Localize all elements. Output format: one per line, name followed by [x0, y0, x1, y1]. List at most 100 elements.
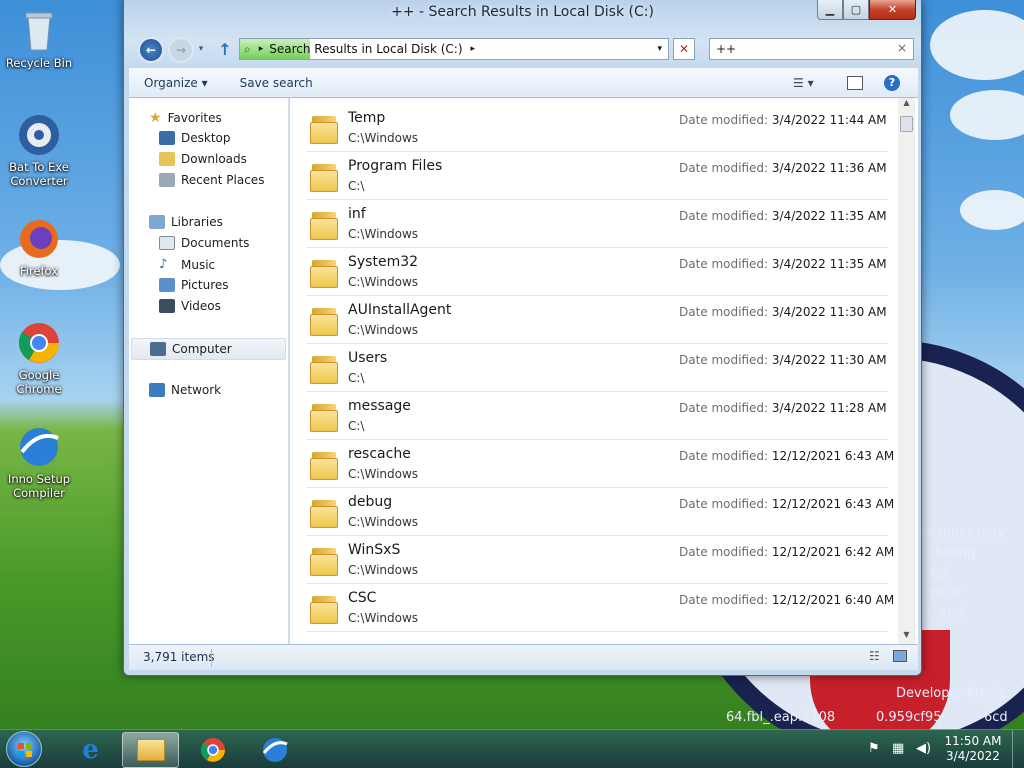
list-item[interactable]: CSC C:\Windows Date modified: 12/12/2021 6…	[306, 584, 894, 632]
gear-icon	[16, 112, 62, 158]
date-label: Date modified:	[679, 545, 769, 559]
item-date: Date modified: 3/4/2022 11:30 AM	[679, 353, 887, 367]
start-button[interactable]	[6, 731, 42, 767]
nav-desktop[interactable]: Desktop	[159, 131, 231, 145]
firefox-shortcut[interactable]: Firefox	[3, 216, 75, 278]
nav-computer[interactable]: Computer	[131, 338, 286, 360]
inno-setup-icon	[16, 424, 62, 470]
wallpaper-text: ept	[930, 566, 952, 581]
folder-icon	[310, 258, 338, 288]
address-bar[interactable]: ⌕ ▸ Search Results in Local Disk (C:) ▸ …	[239, 38, 669, 60]
nav-pictures[interactable]: Pictures	[159, 278, 229, 292]
back-button[interactable]: ←	[138, 37, 164, 63]
recycle-bin-label: Recycle Bin	[5, 56, 73, 70]
show-desktop-button[interactable]	[1012, 730, 1024, 768]
item-date: Date modified: 3/4/2022 11:30 AM	[679, 305, 887, 319]
close-button[interactable]: ✕	[869, 0, 916, 20]
nav-label: Computer	[172, 342, 232, 356]
nav-music[interactable]: ♪ Music	[159, 257, 215, 272]
nav-favorites[interactable]: ★ Favorites	[149, 110, 222, 126]
scroll-thumb[interactable]	[900, 116, 913, 132]
list-item[interactable]: debug C:\Windows Date modified: 12/12/2021…	[306, 488, 894, 536]
forward-button[interactable]: →	[168, 37, 194, 63]
date-value: 3/4/2022 11:28 AM	[771, 401, 887, 415]
up-button[interactable]: ↑	[216, 40, 234, 59]
inno-setup-label: Inno Setup Compiler	[7, 472, 71, 500]
item-name: message	[348, 398, 411, 414]
list-item[interactable]: message C:\ Date modified: 3/4/2022 11:28 …	[306, 392, 888, 440]
item-path: C:\Windows	[348, 611, 419, 625]
taskbar-inno-setup[interactable]	[246, 732, 303, 768]
explorer-window[interactable]: ++ - Search Results in Local Disk (C:) ▁…	[123, 0, 922, 676]
nav-libraries[interactable]: Libraries	[149, 215, 223, 229]
list-item[interactable]: inf C:\Windows Date modified: 3/4/2022 11:…	[306, 200, 888, 248]
item-path: C:\	[348, 179, 365, 193]
item-date: Date modified: 3/4/2022 11:28 AM	[679, 401, 887, 415]
search-input[interactable]: ++ ×	[709, 38, 914, 60]
computer-icon	[150, 342, 166, 356]
preview-pane-icon[interactable]	[847, 75, 863, 90]
list-item[interactable]: AUInstallAgent C:\Windows Date modified: 3…	[306, 296, 888, 344]
item-path: C:\Windows	[348, 131, 419, 145]
clear-search-button[interactable]: ×	[897, 41, 907, 55]
list-item[interactable]: rescache C:\Windows Date modified: 12/12/2…	[306, 440, 894, 488]
list-item[interactable]: Program Files C:\ Date modified: 3/4/2022 …	[306, 152, 888, 200]
taskbar-ie[interactable]: e	[62, 732, 119, 768]
status-bar: 3,791 items ☷	[129, 644, 918, 670]
firefox-icon	[16, 216, 62, 262]
scroll-down-arrow[interactable]: ▼	[898, 630, 915, 644]
history-dropdown[interactable]: ▾	[196, 42, 206, 56]
tiles-view-icon[interactable]	[893, 650, 907, 662]
breadcrumb[interactable]: Search Results in Local Disk (C:)	[269, 42, 462, 56]
recycle-bin-shortcut[interactable]: Recycle Bin	[3, 8, 75, 70]
view-options-icon[interactable]: ☰ ▾	[793, 76, 814, 90]
wallpaper-text: 64.fbl_.eap.1108	[726, 710, 836, 725]
list-item[interactable]: System32 C:\Windows Date modified: 3/4/202…	[306, 248, 888, 296]
nav-label: Recent Places	[181, 173, 265, 187]
nav-recent-places[interactable]: Recent Places	[159, 173, 264, 187]
nav-videos[interactable]: Videos	[159, 299, 221, 313]
network-tray-icon[interactable]: ▦	[892, 741, 904, 756]
list-item[interactable]: Temp C:\Windows Date modified: 3/4/2022 11…	[306, 104, 888, 152]
date-value: 12/12/2021 6:40 AM	[771, 593, 895, 607]
maximize-button[interactable]: ▢	[843, 0, 869, 20]
clock[interactable]: 11:50 AM 3/4/2022	[938, 734, 1008, 764]
cloud	[960, 190, 1024, 230]
flag-icon[interactable]: ⚑	[868, 741, 880, 756]
star-icon: ★	[149, 110, 162, 126]
item-name: System32	[348, 254, 419, 270]
taskbar-explorer[interactable]	[122, 732, 179, 768]
details-view-icon[interactable]: ☷	[869, 649, 880, 663]
nav-downloads[interactable]: Downloads	[159, 152, 247, 166]
date-value: 3/4/2022 11:35 AM	[771, 209, 887, 223]
nav-network[interactable]: Network	[149, 383, 221, 397]
date-label: Date modified:	[679, 353, 769, 367]
wallpaper-text: Developer Previe	[896, 686, 1007, 701]
inno-setup-shortcut[interactable]: Inno Setup Compiler	[3, 424, 75, 500]
save-search-button[interactable]: Save search	[240, 76, 313, 90]
address-dropdown[interactable]: ▾	[657, 44, 662, 54]
videos-icon	[159, 299, 175, 313]
scroll-up-arrow[interactable]: ▲	[898, 98, 915, 112]
bat-to-exe-shortcut[interactable]: Bat To Exe Converter	[3, 112, 75, 188]
nav-label: Downloads	[181, 152, 247, 166]
stop-search-button[interactable]: ✕	[673, 38, 695, 60]
minimize-button[interactable]: ▁	[817, 0, 843, 20]
chrome-shortcut[interactable]: Google Chrome	[3, 320, 75, 396]
organize-button[interactable]: Organize ▾	[144, 76, 208, 90]
date-value: 3/4/2022 11:30 AM	[771, 353, 887, 367]
list-item[interactable]: Users C:\ Date modified: 3/4/2022 11:30 AM	[306, 344, 888, 392]
nav-documents[interactable]: Documents	[159, 236, 249, 250]
volume-icon[interactable]: ◀)	[916, 741, 931, 756]
date-value: 12/12/2021 6:43 AM	[771, 449, 895, 463]
internet-explorer-icon: e	[82, 735, 99, 765]
vertical-scrollbar[interactable]: ▲ ▼	[898, 98, 915, 644]
item-date: Date modified: 12/12/2021 6:42 AM	[679, 545, 894, 559]
recycle-bin-icon	[16, 8, 62, 54]
chrome-label: Google Chrome	[16, 368, 62, 396]
taskbar-chrome[interactable]	[184, 732, 241, 768]
folder-icon	[310, 306, 338, 336]
help-icon[interactable]: ?	[884, 74, 900, 91]
wallpaper-text: nt or	[930, 586, 961, 601]
list-item[interactable]: WinSxS C:\Windows Date modified: 12/12/202…	[306, 536, 894, 584]
